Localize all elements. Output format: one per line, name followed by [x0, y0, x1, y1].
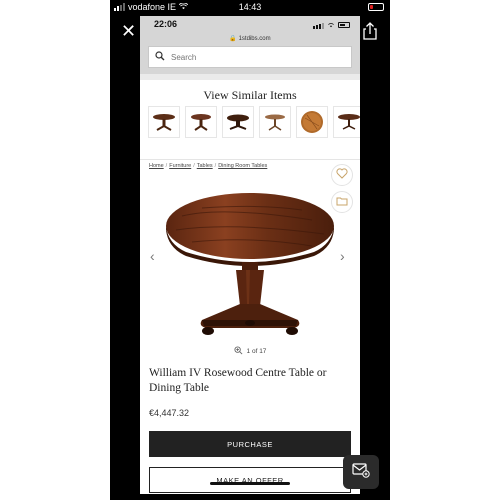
purchase-button[interactable]: PURCHASE: [149, 431, 351, 457]
home-indicator: [210, 482, 290, 485]
breadcrumb-dining-room-tables[interactable]: Dining Room Tables: [218, 163, 267, 169]
wifi-icon: [327, 20, 335, 30]
breadcrumb-separator: /: [165, 163, 168, 169]
chevron-right-icon[interactable]: ›: [340, 248, 345, 264]
search-icon: [155, 48, 165, 66]
url-bar[interactable]: 🔒 1stdibs.com: [140, 35, 360, 42]
similar-item-thumb[interactable]: [259, 106, 291, 138]
phone-screenshot: 22:06 🔒 1stdibs.com View Similar Items: [140, 16, 360, 494]
product-image[interactable]: [162, 186, 338, 346]
similar-item-thumb[interactable]: [148, 106, 180, 138]
breadcrumb: Home / Furniture / Tables / Dining Room …: [149, 163, 267, 169]
similar-items-section: View Similar Items: [140, 80, 360, 160]
close-icon[interactable]: ✕: [121, 22, 136, 40]
similar-item-thumb[interactable]: [296, 106, 328, 138]
similar-item-thumb[interactable]: [185, 106, 217, 138]
chevron-left-icon[interactable]: ‹: [150, 248, 155, 264]
share-icon[interactable]: [362, 22, 378, 40]
product-price: €4,447.32: [149, 408, 190, 418]
similar-item-thumb[interactable]: [333, 106, 360, 138]
breadcrumb-home[interactable]: Home: [149, 163, 164, 169]
search-input[interactable]: [171, 52, 331, 62]
favorite-button[interactable]: [331, 164, 353, 186]
url-text: 1stdibs.com: [238, 36, 271, 42]
similar-item-thumb[interactable]: [222, 106, 254, 138]
breadcrumb-separator: /: [214, 163, 217, 169]
battery-icon: [338, 22, 350, 28]
inner-status-bar: 22:06: [140, 19, 360, 33]
breadcrumb-furniture[interactable]: Furniture: [169, 163, 191, 169]
breadcrumb-separator: /: [193, 163, 195, 169]
outer-clock: 14:43: [238, 2, 262, 12]
product-title: William IV Rosewood Centre Table or Dini…: [149, 367, 327, 394]
counter-text: 1 of 17: [246, 348, 267, 355]
signal-icon: [313, 21, 324, 29]
browser-header: 22:06 🔒 1stdibs.com: [140, 16, 360, 74]
outer-status-bar: vodafone IE 14:43: [110, 0, 390, 16]
zoom-icon[interactable]: [233, 346, 243, 357]
chat-button[interactable]: [343, 455, 379, 489]
divider: [140, 159, 360, 160]
chat-icon: [352, 462, 370, 483]
inner-clock: 22:06: [154, 19, 178, 29]
heart-icon: [336, 166, 348, 184]
battery-icon: [368, 3, 384, 11]
similar-heading: View Similar Items: [203, 88, 297, 102]
breadcrumb-tables[interactable]: Tables: [197, 163, 213, 169]
inner-indicators: [313, 20, 350, 30]
make-offer-button[interactable]: MAKE AN OFFER: [149, 467, 351, 493]
similar-thumbs: [148, 106, 360, 138]
image-counter: 1 of 17: [140, 346, 360, 357]
search-bar[interactable]: [148, 46, 352, 68]
